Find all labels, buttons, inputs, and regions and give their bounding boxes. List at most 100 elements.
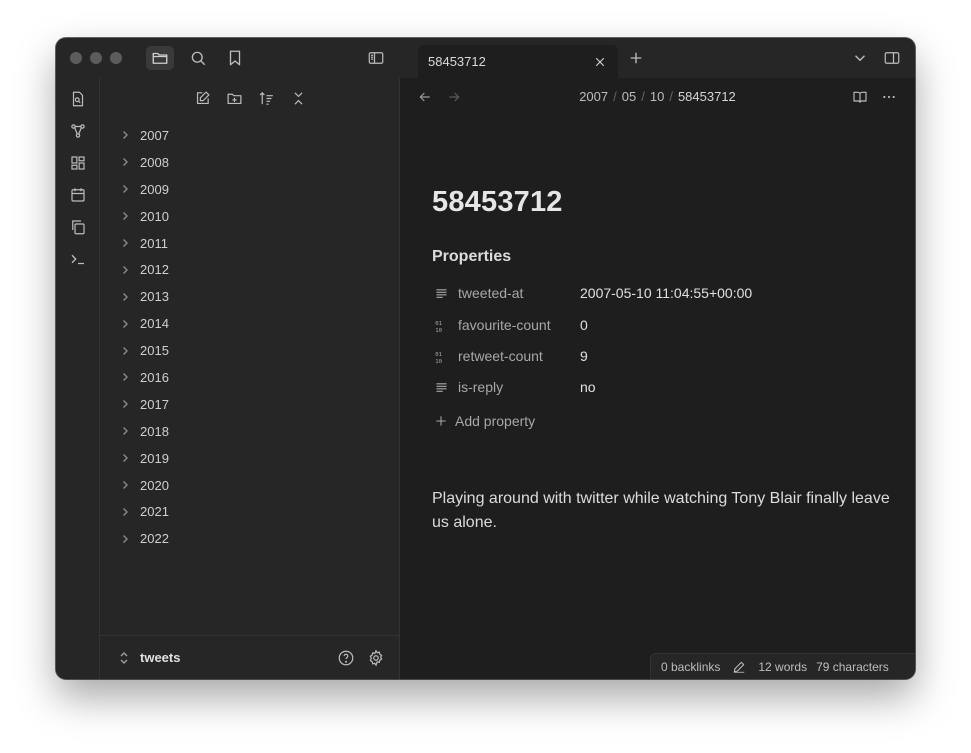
- chevron-right-icon[interactable]: [120, 452, 132, 464]
- close-window-button[interactable]: [70, 52, 82, 64]
- text-icon[interactable]: [432, 284, 450, 302]
- breadcrumb-current[interactable]: 58453712: [678, 89, 736, 104]
- graph-view-button[interactable]: [68, 121, 88, 141]
- chevron-right-icon[interactable]: [120, 264, 132, 276]
- property-key[interactable]: tweeted-at: [458, 285, 580, 301]
- reading-view-button[interactable]: [850, 87, 870, 107]
- folder-item[interactable]: 2017: [100, 391, 400, 418]
- folder-item[interactable]: 2011: [100, 230, 400, 257]
- property-value[interactable]: 2007-05-10 11:04:55+00:00: [580, 285, 752, 301]
- folder-label: 2015: [140, 343, 169, 359]
- more-options-button[interactable]: [879, 87, 899, 107]
- folder-item[interactable]: 2020: [100, 472, 400, 499]
- property-row[interactable]: is-reply no: [432, 375, 872, 399]
- help-button[interactable]: [336, 648, 356, 668]
- settings-button[interactable]: [366, 648, 386, 668]
- zoom-window-button[interactable]: [110, 52, 122, 64]
- chevron-down-icon: [855, 55, 865, 62]
- property-value[interactable]: 0: [580, 317, 588, 333]
- command-palette-button[interactable]: [68, 249, 88, 269]
- folder-item[interactable]: 2013: [100, 283, 400, 310]
- text-icon[interactable]: [432, 378, 450, 396]
- property-value[interactable]: 9: [580, 348, 588, 364]
- folder-label: 2011: [140, 235, 168, 251]
- chevron-right-icon[interactable]: [120, 183, 132, 195]
- collapse-all-button[interactable]: [287, 88, 309, 108]
- sort-order-button[interactable]: [255, 88, 277, 108]
- note-body[interactable]: Playing around with twitter while watchi…: [432, 487, 892, 535]
- quick-switcher-button[interactable]: [68, 89, 88, 109]
- file-explorer-button[interactable]: [146, 46, 174, 70]
- canvas-button[interactable]: [68, 153, 88, 173]
- folder-item[interactable]: 2018: [100, 418, 400, 445]
- folder-item[interactable]: 2012: [100, 256, 400, 283]
- number-icon[interactable]: 01 10: [432, 316, 450, 334]
- new-note-button[interactable]: [191, 88, 213, 108]
- chevron-right-icon[interactable]: [120, 345, 132, 357]
- folder-label: 2021: [140, 504, 169, 520]
- folder-item[interactable]: 2009: [100, 176, 400, 203]
- chevron-right-icon[interactable]: [120, 156, 132, 168]
- bookmarks-button[interactable]: [221, 46, 249, 70]
- folder-item[interactable]: 2007: [100, 122, 400, 149]
- more-horizontal-icon: [883, 95, 895, 99]
- search-button[interactable]: [184, 46, 212, 70]
- folder-label: 2007: [140, 127, 169, 143]
- folder-item[interactable]: 2016: [100, 364, 400, 391]
- vault-switcher-button[interactable]: [118, 650, 130, 666]
- property-row[interactable]: 01 10 favourite-count 0: [432, 313, 872, 337]
- templates-button[interactable]: [68, 217, 88, 237]
- folder-item[interactable]: 2019: [100, 445, 400, 472]
- chevron-right-icon[interactable]: [120, 371, 132, 383]
- folder-item[interactable]: 2015: [100, 337, 400, 364]
- new-tab-button[interactable]: [622, 46, 650, 70]
- breadcrumb-item[interactable]: 05: [622, 89, 636, 104]
- tab-list-button[interactable]: [846, 46, 874, 70]
- breadcrumb-item[interactable]: 10: [650, 89, 664, 104]
- property-value[interactable]: no: [580, 379, 596, 395]
- file-explorer-sidebar: 2007 2008 2009 2010 2011 2012 2013 2014 2015 2016…: [100, 78, 400, 679]
- chevron-right-icon[interactable]: [120, 318, 132, 330]
- note-title[interactable]: 58453712: [432, 186, 563, 219]
- folder-item[interactable]: 2008: [100, 149, 400, 176]
- chevron-right-icon[interactable]: [120, 425, 132, 437]
- chevron-right-icon[interactable]: [120, 210, 132, 222]
- vault-name[interactable]: tweets: [140, 650, 180, 665]
- tab-close-button[interactable]: [592, 54, 608, 70]
- folder-item[interactable]: 2021: [100, 498, 400, 525]
- chevron-right-icon[interactable]: [120, 506, 132, 518]
- property-row[interactable]: 01 10 retweet-count 9: [432, 344, 872, 368]
- help-icon: [338, 650, 354, 666]
- daily-note-button[interactable]: [68, 185, 88, 205]
- toggle-right-sidebar-button[interactable]: [878, 46, 906, 70]
- folder-item[interactable]: 2014: [100, 310, 400, 337]
- breadcrumb-item[interactable]: 2007: [579, 89, 608, 104]
- folder-label: 2016: [140, 369, 169, 385]
- folder-item[interactable]: 2022: [100, 525, 400, 552]
- property-key[interactable]: retweet-count: [458, 348, 580, 364]
- editing-mode-button[interactable]: [732, 660, 746, 674]
- svg-text:10: 10: [435, 358, 442, 363]
- folder-item[interactable]: 2010: [100, 203, 400, 230]
- tab-note[interactable]: 58453712: [418, 45, 618, 78]
- folder-icon: [152, 52, 168, 64]
- calendar-icon: [71, 188, 85, 202]
- property-key[interactable]: favourite-count: [458, 317, 580, 333]
- breadcrumb-separator: /: [613, 89, 617, 104]
- chevron-right-icon[interactable]: [120, 533, 132, 545]
- number-icon[interactable]: 01 10: [432, 347, 450, 365]
- terminal-icon: [71, 254, 84, 265]
- chevron-right-icon[interactable]: [120, 129, 132, 141]
- property-row[interactable]: tweeted-at 2007-05-10 11:04:55+00:00: [432, 281, 872, 305]
- add-property-button[interactable]: Add property: [434, 413, 535, 429]
- chevron-right-icon[interactable]: [120, 237, 132, 249]
- properties-heading[interactable]: Properties: [432, 248, 511, 266]
- minimize-window-button[interactable]: [90, 52, 102, 64]
- chevron-right-icon[interactable]: [120, 398, 132, 410]
- chevron-right-icon[interactable]: [120, 479, 132, 491]
- chevron-right-icon[interactable]: [120, 291, 132, 303]
- new-folder-button[interactable]: [223, 88, 245, 108]
- backlinks-count[interactable]: 0 backlinks: [661, 660, 720, 674]
- toggle-left-sidebar-button[interactable]: [362, 46, 390, 70]
- property-key[interactable]: is-reply: [458, 379, 580, 395]
